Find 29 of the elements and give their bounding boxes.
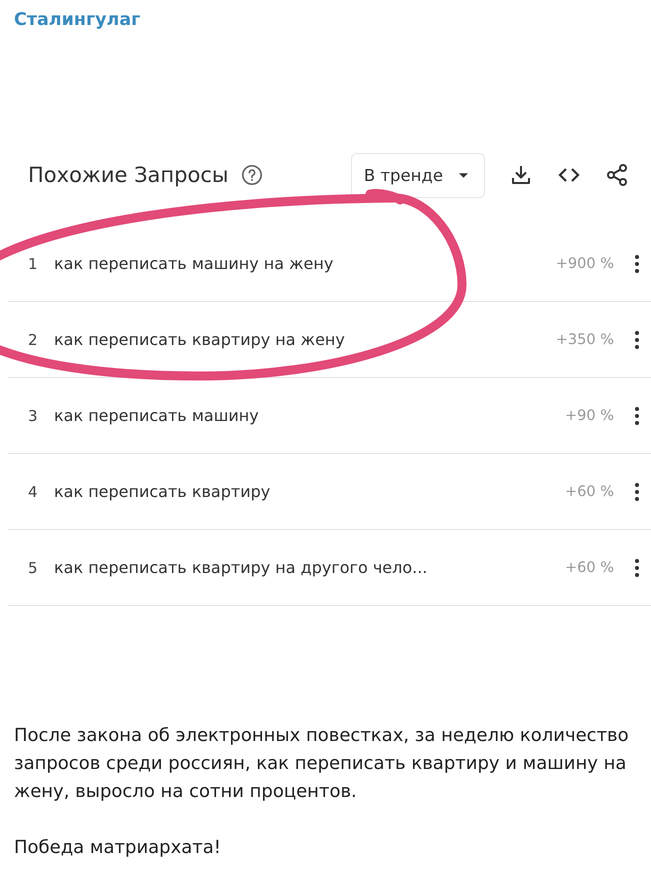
query-link[interactable]: как переписать машину [54,406,259,425]
more-menu-icon[interactable] [635,482,639,500]
caret-icon [459,172,468,178]
growth-percent: +350 % [556,332,614,348]
query-link[interactable]: как переписать квартиру на жену [54,330,345,349]
post-paragraph: Победа матриархата! [14,836,222,860]
query-link[interactable]: как переписать квартиру на другого чело... [54,558,428,577]
query-link[interactable]: как переписать квартиру [54,482,270,501]
share-icon[interactable] [605,163,629,187]
growth-percent: +90 % [565,408,614,424]
row-rank: 1 [28,254,39,272]
growth-percent: +60 % [565,560,614,576]
row-rank: 3 [28,406,39,424]
more-menu-icon[interactable] [635,330,639,348]
trend-dropdown[interactable]: В тренде [350,152,485,198]
row-rank: 2 [28,330,39,348]
download-icon[interactable] [509,163,533,187]
help-icon[interactable] [241,164,264,186]
growth-percent: +60 % [565,484,614,500]
growth-percent: +900 % [556,256,614,272]
row-rank: 4 [28,482,39,500]
query-link[interactable]: как переписать машину на жену [54,254,334,273]
row-rank: 5 [28,558,39,576]
more-menu-icon[interactable] [635,558,639,576]
more-menu-icon[interactable] [635,254,639,272]
post-paragraph: После закона об электронных повестках, за неделю количество запросов среди россиян, как переписать квартиру и машину на жену, выросло на сотни процентов. [14,724,630,804]
widget-title: Похожие Запросы [28,163,228,187]
channel-name[interactable]: Сталингулаг [14,8,140,32]
more-menu-icon[interactable] [635,406,639,424]
